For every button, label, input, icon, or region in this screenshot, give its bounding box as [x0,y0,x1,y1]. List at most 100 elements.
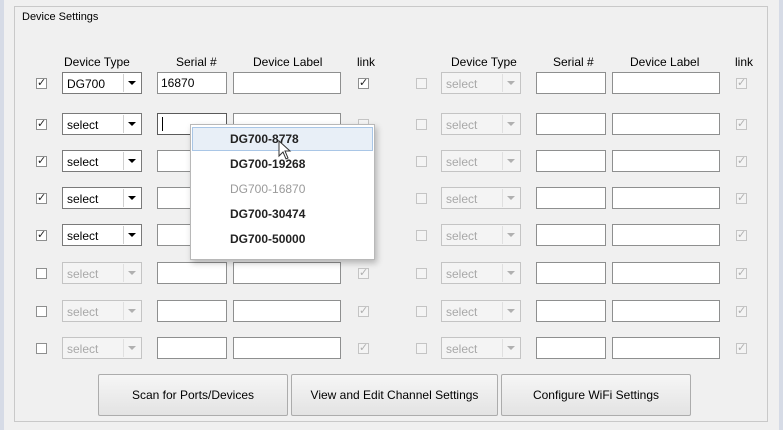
serial-number-field[interactable] [536,300,606,322]
group-title: Device Settings [20,11,101,23]
device-type-select[interactable]: select [441,337,521,359]
device-enable-checkbox[interactable] [416,268,427,279]
dropdown-button[interactable] [502,74,519,92]
link-checkbox[interactable]: ✓ [736,343,747,354]
device-label-field[interactable] [612,300,720,322]
device-enable-checkbox[interactable] [416,156,427,167]
dropdown-option[interactable]: DG700-16870 [192,177,373,201]
dropdown-button[interactable] [123,226,140,244]
link-checkbox[interactable]: ✓ [736,156,747,167]
dropdown-button[interactable] [123,152,140,170]
link-checkbox[interactable]: ✓ [736,119,747,130]
dropdown-button[interactable] [123,339,140,357]
serial-number-field[interactable] [536,262,606,284]
dropdown-button[interactable] [502,152,519,170]
dropdown-button[interactable] [123,302,140,320]
device-type-select[interactable]: select [62,300,142,322]
dropdown-button[interactable] [502,339,519,357]
device-enable-checkbox[interactable] [36,306,47,317]
device-label-field[interactable] [612,187,720,209]
device-type-select[interactable]: select [62,224,142,246]
dropdown-button[interactable] [502,264,519,282]
device-type-select[interactable]: select [441,224,521,246]
scan-ports-button[interactable]: Scan for Ports/Devices [98,374,288,416]
dropdown-button[interactable] [123,115,140,133]
serial-number-field[interactable] [157,262,227,284]
link-checkbox[interactable]: ✓ [736,306,747,317]
device-type-value: select [446,267,478,281]
serial-number-field[interactable] [536,337,606,359]
device-enable-checkbox[interactable] [416,78,427,89]
device-type-select[interactable]: select [62,113,142,135]
device-type-select[interactable]: select [441,150,521,172]
serial-number-field[interactable]: 16870 [157,72,227,94]
device-type-select[interactable]: select [441,113,521,135]
link-checkbox[interactable]: ✓ [736,230,747,241]
serial-number-field[interactable] [536,150,606,172]
chevron-down-icon [128,196,136,200]
serial-number-field[interactable] [536,72,606,94]
dropdown-button[interactable] [502,189,519,207]
device-enable-checkbox[interactable]: ✓ [36,78,47,89]
device-enable-checkbox[interactable] [416,306,427,317]
device-type-select[interactable]: select [441,300,521,322]
device-type-select[interactable]: select [441,187,521,209]
wifi-settings-button[interactable]: Configure WiFi Settings [501,374,691,416]
device-type-select[interactable]: select [62,187,142,209]
device-enable-checkbox[interactable]: ✓ [36,230,47,241]
device-label-field[interactable] [612,224,720,246]
link-checkbox[interactable]: ✓ [358,268,369,279]
serial-number-field[interactable] [536,224,606,246]
serial-number-field[interactable] [536,113,606,135]
device-label-field[interactable] [612,150,720,172]
dropdown-button[interactable] [502,115,519,133]
device-type-select[interactable]: DG700 [62,72,142,94]
device-label-field[interactable] [612,113,720,135]
dropdown-button[interactable] [123,189,140,207]
device-label-field[interactable] [612,262,720,284]
device-label-field[interactable] [612,72,720,94]
device-label-field[interactable] [233,72,341,94]
chevron-down-icon [128,159,136,163]
dropdown-option[interactable]: DG700-50000 [192,227,373,251]
device-type-value: select [446,192,478,206]
device-type-select[interactable]: select [62,337,142,359]
device-label-field[interactable] [233,300,341,322]
chevron-down-icon [128,81,136,85]
device-enable-checkbox[interactable] [416,193,427,204]
device-enable-checkbox[interactable] [416,230,427,241]
device-type-value: select [446,229,478,243]
device-label-field[interactable] [233,337,341,359]
device-enable-checkbox[interactable]: ✓ [36,119,47,130]
serial-number-field[interactable] [157,337,227,359]
dropdown-button[interactable] [123,74,140,92]
device-type-select[interactable]: select [62,150,142,172]
link-checkbox[interactable]: ✓ [736,268,747,279]
link-checkbox[interactable]: ✓ [358,306,369,317]
chevron-down-icon [128,122,136,126]
channel-settings-button[interactable]: View and Edit Channel Settings [291,374,498,416]
link-checkbox[interactable]: ✓ [736,193,747,204]
serial-number-field[interactable] [536,187,606,209]
link-checkbox[interactable]: ✓ [358,78,369,89]
device-enable-checkbox[interactable] [36,268,47,279]
dropdown-option[interactable]: DG700-30474 [192,202,373,226]
device-enable-checkbox[interactable] [36,343,47,354]
link-checkbox[interactable]: ✓ [736,78,747,89]
device-type-select[interactable]: select [441,72,521,94]
device-label-field[interactable] [612,337,720,359]
chevron-down-icon [507,81,515,85]
device-enable-checkbox[interactable]: ✓ [36,193,47,204]
device-enable-checkbox[interactable] [416,119,427,130]
device-label-field[interactable] [233,262,341,284]
chevron-down-icon [507,159,515,163]
device-type-select[interactable]: select [441,262,521,284]
dropdown-button[interactable] [502,302,519,320]
serial-number-field[interactable] [157,300,227,322]
link-checkbox[interactable]: ✓ [358,343,369,354]
dropdown-button[interactable] [123,264,140,282]
device-enable-checkbox[interactable]: ✓ [36,156,47,167]
device-type-select[interactable]: select [62,262,142,284]
device-enable-checkbox[interactable] [416,343,427,354]
dropdown-button[interactable] [502,226,519,244]
